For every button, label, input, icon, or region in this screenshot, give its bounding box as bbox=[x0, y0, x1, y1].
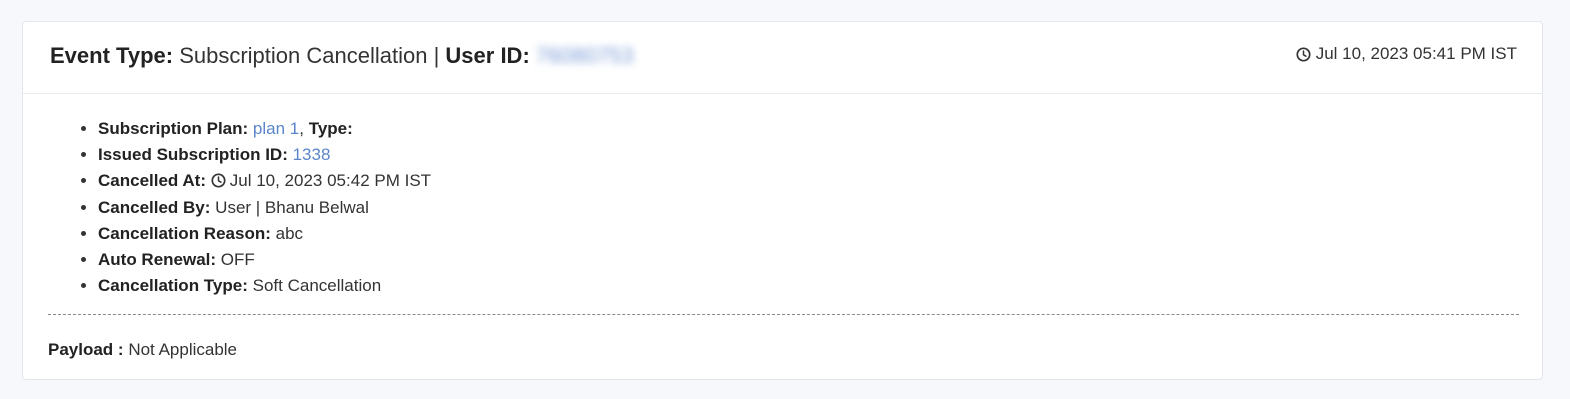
payload-label: Payload : bbox=[48, 340, 124, 359]
user-id-label: User ID: bbox=[445, 43, 530, 68]
subscription-plan-label: Subscription Plan: bbox=[98, 119, 249, 138]
list-item: Cancellation Type: Soft Cancellation bbox=[98, 273, 431, 299]
auto-renewal-value: OFF bbox=[220, 250, 255, 270]
cancellation-reason-label: Cancellation Reason: bbox=[98, 223, 271, 243]
event-type-label: Event Type: bbox=[50, 43, 174, 68]
cancelled-by-value: User | Bhanu Belwal bbox=[215, 197, 369, 217]
cancellation-type-value: Soft Cancellation bbox=[252, 276, 382, 296]
event-details-list: Subscription Plan: plan 1, Type: Issued … bbox=[23, 116, 431, 299]
subscription-plan-link[interactable]: plan 1 bbox=[253, 119, 299, 138]
cancelled-by-label: Cancelled By: bbox=[98, 197, 211, 217]
cancellation-reason-value: abc bbox=[275, 223, 304, 243]
cancellation-type-label: Cancellation Type: bbox=[98, 276, 248, 296]
event-title: Event Type: Subscription Cancellation | … bbox=[50, 42, 634, 70]
title-separator: | bbox=[427, 43, 446, 68]
clock-icon bbox=[211, 173, 226, 188]
event-card-header: Event Type: Subscription Cancellation | … bbox=[23, 22, 1542, 94]
type-label: Type: bbox=[308, 119, 353, 138]
event-card: Event Type: Subscription Cancellation | … bbox=[22, 21, 1543, 380]
list-item: Auto Renewal: OFF bbox=[98, 247, 431, 273]
payload-value: Not Applicable bbox=[128, 340, 238, 359]
list-item: Cancelled At: Jul 10, 2023 05:42 PM IST bbox=[98, 168, 431, 194]
user-id-value[interactable]: 76080753 bbox=[536, 43, 634, 68]
cancelled-at-value: Jul 10, 2023 05:42 PM IST bbox=[229, 171, 432, 191]
event-type-value: Subscription Cancellation bbox=[179, 43, 428, 68]
event-timestamp-text: Jul 10, 2023 05:41 PM IST bbox=[1315, 44, 1517, 63]
list-item: Cancellation Reason: abc bbox=[98, 221, 431, 247]
cancelled-at-label: Cancelled At: bbox=[98, 171, 207, 191]
dashed-divider bbox=[48, 314, 1519, 315]
list-item: Subscription Plan: plan 1, Type: bbox=[98, 116, 431, 142]
list-item: Issued Subscription ID: 1338 bbox=[98, 142, 431, 168]
list-item: Cancelled By: User | Bhanu Belwal bbox=[98, 195, 431, 221]
payload-row: Payload : Not Applicable bbox=[48, 339, 237, 361]
issued-subscription-id-link[interactable]: 1338 bbox=[293, 145, 331, 164]
issued-subscription-id-label: Issued Subscription ID: bbox=[98, 145, 288, 165]
event-timestamp: Jul 10, 2023 05:41 PM IST bbox=[1296, 43, 1517, 65]
clock-icon bbox=[1296, 46, 1311, 62]
auto-renewal-label: Auto Renewal: bbox=[98, 250, 217, 270]
